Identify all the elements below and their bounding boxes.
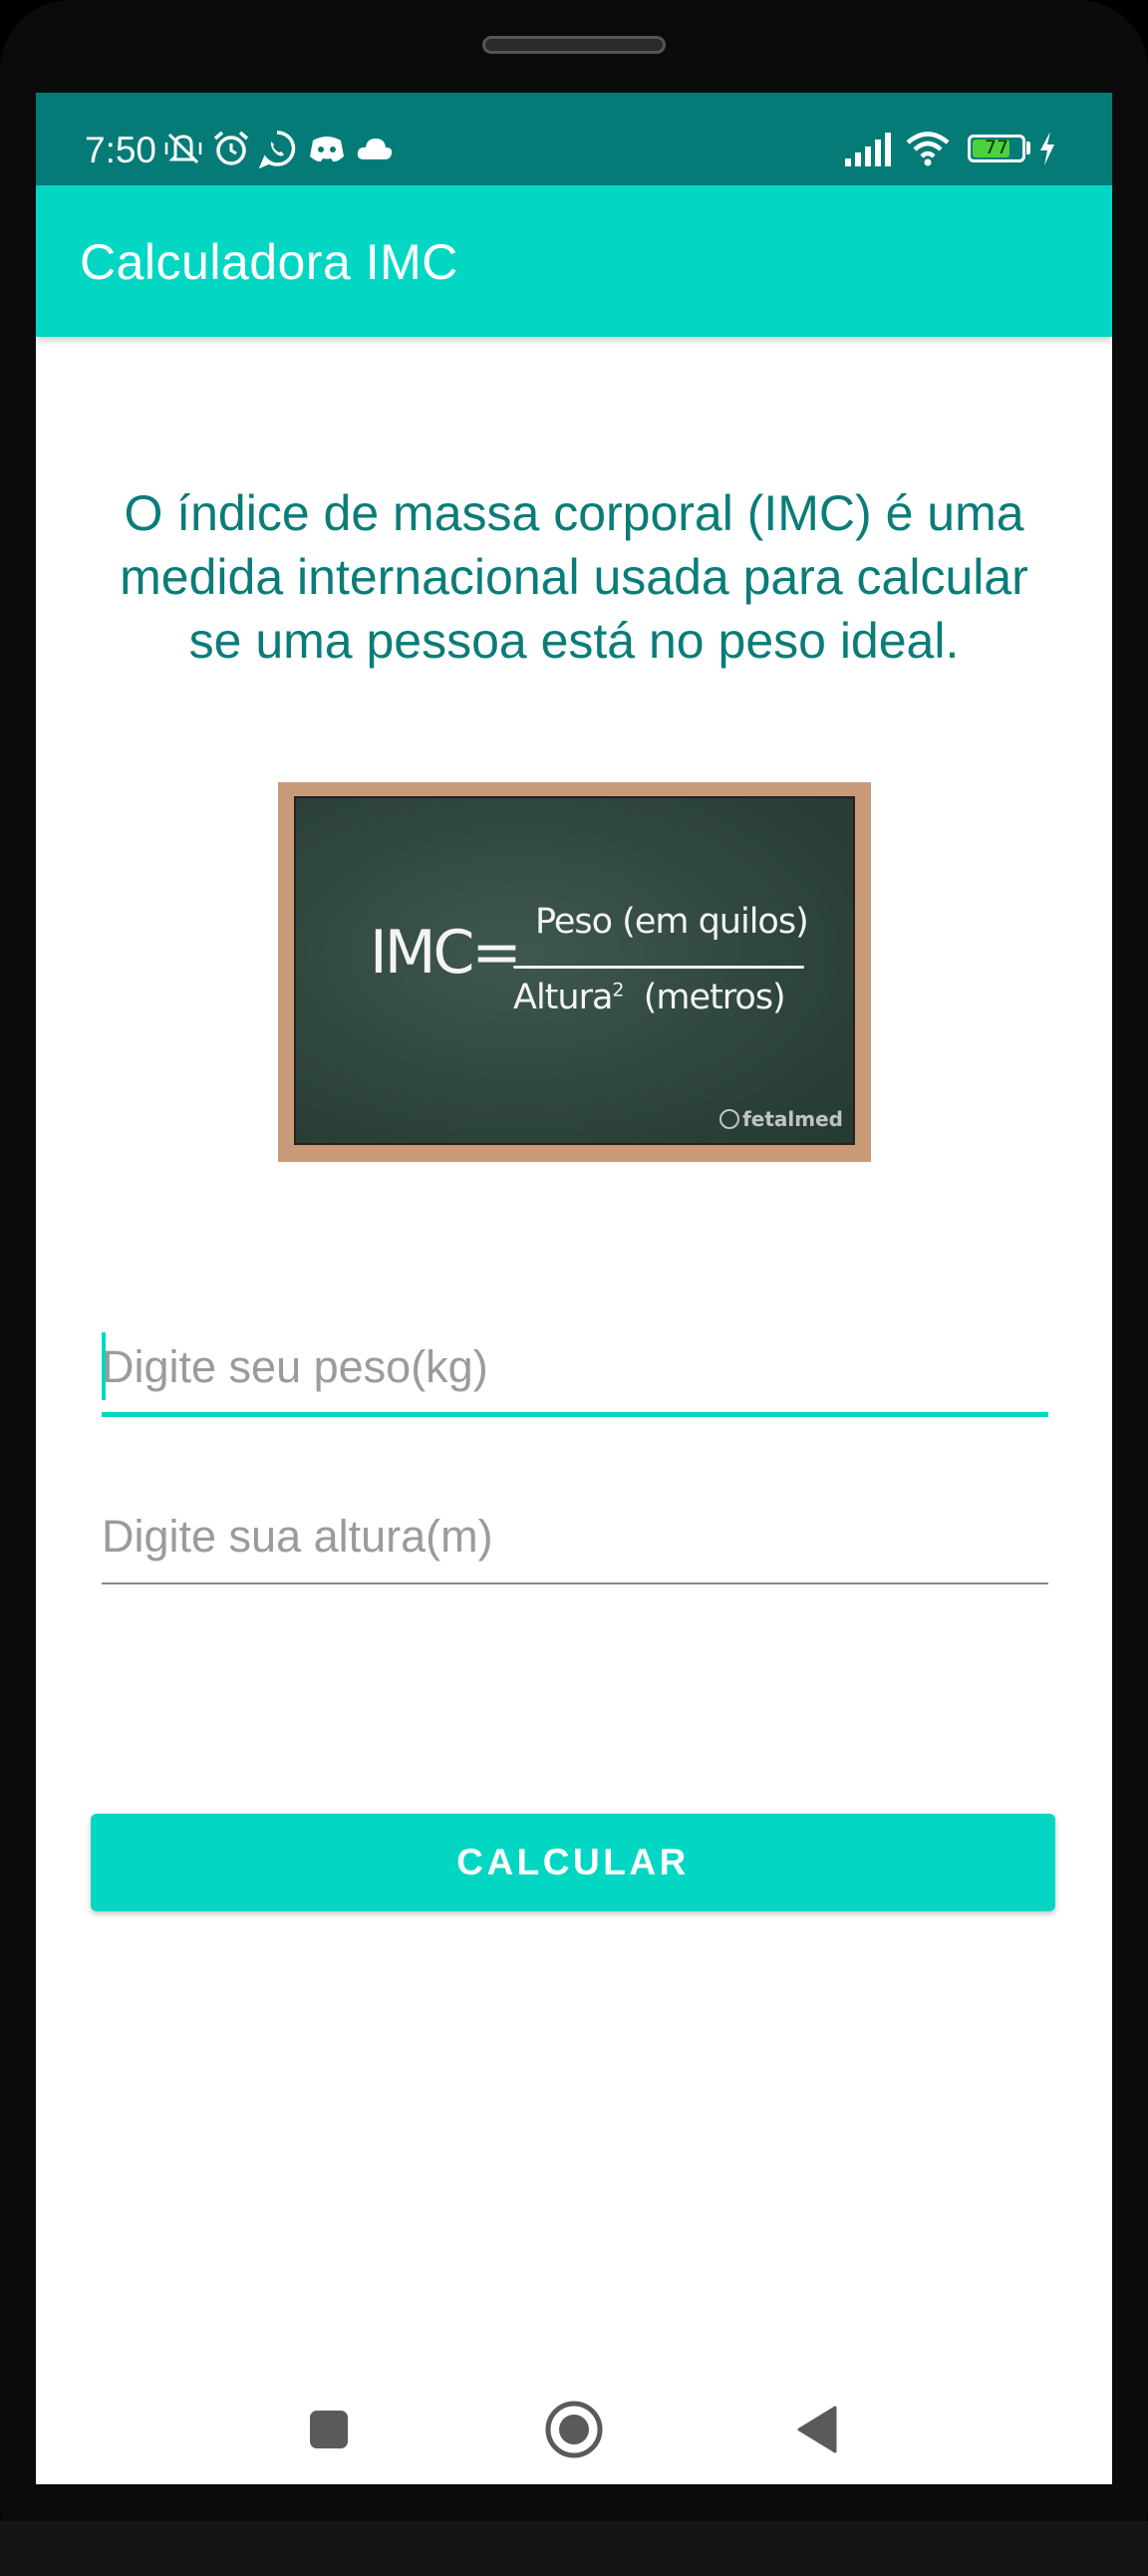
- height-field[interactable]: [102, 1492, 1048, 1584]
- chalkboard-surface: IMC= Peso (em quilos) Altura2 (metros) f…: [294, 796, 855, 1145]
- weight-input-underline: [102, 1412, 1048, 1417]
- formula-numerator: Peso (em quilos): [535, 902, 809, 942]
- navigation-bar: [36, 2390, 1112, 2484]
- status-bar: 7:50 77: [36, 93, 1112, 185]
- weight-input[interactable]: [102, 1322, 1048, 1412]
- calculate-button[interactable]: CALCULAR: [91, 1814, 1055, 1911]
- fraction-line: [513, 966, 804, 969]
- bottom-bezel: [0, 2521, 1148, 2576]
- watermark-logo: fetalmed: [719, 1107, 843, 1131]
- denominator-unit: (metros): [643, 978, 786, 1017]
- watermark-circle-icon: [719, 1109, 740, 1129]
- wifi-icon: [906, 132, 950, 166]
- phone-frame: 7:50 77 Calculadora IMC O índice de mass…: [0, 0, 1148, 2576]
- formula-lhs: IMC=: [370, 918, 522, 988]
- text-cursor: [102, 1332, 106, 1400]
- imc-formula-image: IMC= Peso (em quilos) Altura2 (metros) f…: [278, 782, 871, 1162]
- mute-vibrate-icon: [164, 133, 202, 164]
- whatsapp-icon: [258, 131, 296, 168]
- denominator-word: Altura: [513, 978, 613, 1017]
- signal-icon: [845, 133, 891, 166]
- back-triangle-icon[interactable]: [779, 2390, 859, 2469]
- app-title: Calculadora IMC: [80, 234, 458, 290]
- battery-tip: [1026, 142, 1030, 154]
- formula-denominator: Altura2 (metros): [513, 978, 786, 1017]
- weight-field[interactable]: [102, 1322, 1048, 1417]
- discord-icon: [310, 137, 344, 162]
- cloud-icon: [357, 139, 393, 159]
- description-text: O índice de massa corporal (IMC) é uma m…: [120, 485, 1028, 669]
- earpiece-speaker: [482, 36, 666, 54]
- home-circle-icon[interactable]: [534, 2390, 614, 2469]
- app-bar: Calculadora IMC: [36, 185, 1112, 337]
- app-screen: 7:50 77 Calculadora IMC O índice de mass…: [36, 93, 1112, 2484]
- watermark-text: fetalmed: [742, 1107, 843, 1131]
- charging-icon: [1040, 132, 1054, 165]
- recents-square-icon[interactable]: [288, 2390, 368, 2469]
- denominator-exponent: 2: [612, 979, 624, 1002]
- height-input[interactable]: [102, 1492, 1048, 1581]
- battery-icon: 77: [968, 135, 1025, 162]
- battery-level: 77: [984, 137, 1009, 158]
- status-time: 7:50: [85, 130, 157, 170]
- height-input-underline: [102, 1582, 1048, 1584]
- alarm-icon: [213, 131, 249, 165]
